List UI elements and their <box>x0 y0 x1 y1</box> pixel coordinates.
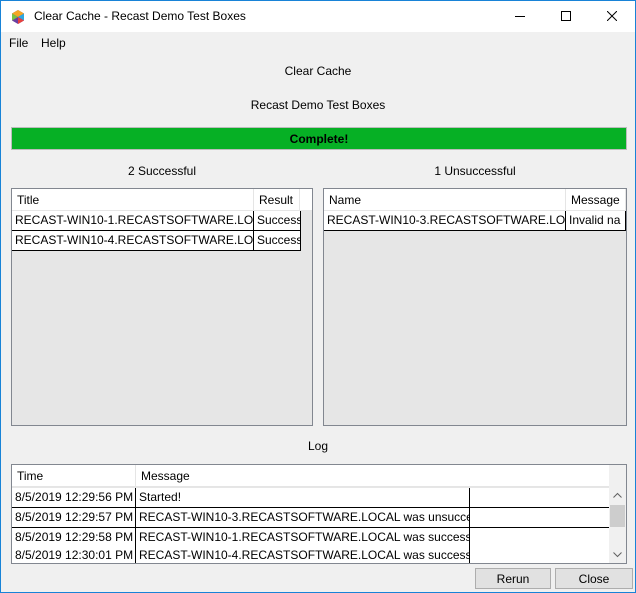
table-cell: RECAST-WIN10-3.RECASTSOFTWARE.LOCAL <box>324 211 566 230</box>
minimize-icon <box>515 16 525 17</box>
table-row[interactable]: 8/5/2019 12:30:01 PM RECAST-WIN10-4.RECA… <box>12 546 609 563</box>
progress-bar: Complete! <box>11 127 627 150</box>
column-header-result[interactable]: Result <box>254 189 300 211</box>
column-header-message[interactable]: Message <box>136 465 609 487</box>
successful-grid[interactable]: Title Result RECAST-WIN10-1.RECASTSOFTWA… <box>11 188 313 426</box>
app-hexagon-icon <box>12 10 24 24</box>
table-row[interactable]: 8/5/2019 12:29:57 PM RECAST-WIN10-3.RECA… <box>12 508 609 528</box>
table-cell-empty <box>470 488 609 507</box>
log-heading: Log <box>307 439 329 453</box>
clear-cache-window: Clear Cache - Recast Demo Test Boxes Fil… <box>0 0 636 593</box>
table-cell: 8/5/2019 12:29:56 PM <box>12 488 136 507</box>
table-row[interactable]: RECAST-WIN10-1.RECASTSOFTWARE.LOCAL Succ… <box>12 211 301 231</box>
log-scrollbar[interactable] <box>609 465 626 563</box>
table-row[interactable]: RECAST-WIN10-4.RECASTSOFTWARE.LOCAL Succ… <box>12 231 301 251</box>
grid-header: Time Message <box>12 465 609 487</box>
table-cell-empty <box>470 546 609 563</box>
grid-header: Name Message <box>324 189 626 211</box>
log-grid[interactable]: Time Message 8/5/2019 12:29:56 PM Starte… <box>11 464 627 564</box>
scroll-down-icon[interactable] <box>609 546 626 563</box>
scroll-up-icon[interactable] <box>609 487 626 504</box>
table-cell: RECAST-WIN10-4.RECASTSOFTWARE.LOCAL <box>12 231 254 250</box>
column-header-title[interactable]: Title <box>12 189 254 211</box>
unsuccessful-grid[interactable]: Name Message RECAST-WIN10-3.RECASTSOFTWA… <box>323 188 627 426</box>
table-cell: Invalid na <box>566 211 626 230</box>
menu-help[interactable]: Help <box>41 36 66 50</box>
table-row[interactable]: RECAST-WIN10-3.RECASTSOFTWARE.LOCAL Inva… <box>324 211 626 231</box>
table-cell: Success <box>254 231 301 250</box>
scroll-thumb[interactable] <box>610 505 625 527</box>
table-cell-empty <box>470 508 609 527</box>
successful-heading: 2 Successful <box>127 164 197 178</box>
minimize-button[interactable] <box>497 1 543 32</box>
table-cell: 8/5/2019 12:29:57 PM <box>12 508 136 527</box>
table-cell: RECAST-WIN10-4.RECASTSOFTWARE.LOCAL was … <box>136 546 470 563</box>
unsuccessful-heading: 1 Unsuccessful <box>434 164 516 178</box>
close-window-button[interactable] <box>589 1 635 32</box>
column-header-name[interactable]: Name <box>324 189 566 211</box>
close-icon <box>607 11 617 21</box>
close-button[interactable]: Close <box>555 568 633 589</box>
table-cell: RECAST-WIN10-1.RECASTSOFTWARE.LOCAL <box>12 211 254 230</box>
table-cell: Success <box>254 211 301 230</box>
maximize-icon <box>561 11 571 21</box>
table-row[interactable]: 8/5/2019 12:29:58 PM RECAST-WIN10-1.RECA… <box>12 528 609 548</box>
rerun-button[interactable]: Rerun <box>475 568 551 589</box>
window-title: Clear Cache - Recast Demo Test Boxes <box>34 9 246 23</box>
column-header-time[interactable]: Time <box>12 465 136 487</box>
table-row[interactable]: 8/5/2019 12:29:56 PM Started! <box>12 488 609 508</box>
table-cell: 8/5/2019 12:29:58 PM <box>12 528 136 547</box>
table-cell: 8/5/2019 12:30:01 PM <box>12 546 136 563</box>
action-title: Clear Cache <box>284 64 352 78</box>
table-cell: Started! <box>136 488 470 507</box>
menu-bar: File Help <box>1 32 635 53</box>
progress-label: Complete! <box>289 131 349 146</box>
maximize-button[interactable] <box>543 1 589 32</box>
table-cell: RECAST-WIN10-3.RECASTSOFTWARE.LOCAL was … <box>136 508 470 527</box>
column-header-message[interactable]: Message <box>566 189 626 211</box>
title-bar[interactable]: Clear Cache - Recast Demo Test Boxes <box>1 1 635 32</box>
table-cell-empty <box>470 528 609 547</box>
target-title: Recast Demo Test Boxes <box>250 98 386 112</box>
grid-header: Title Result <box>12 189 312 211</box>
menu-file[interactable]: File <box>9 36 28 50</box>
table-cell: RECAST-WIN10-1.RECASTSOFTWARE.LOCAL was … <box>136 528 470 547</box>
